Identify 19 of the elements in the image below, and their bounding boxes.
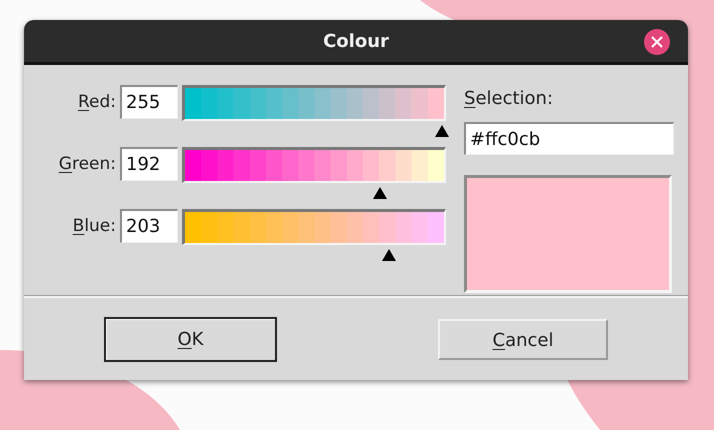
value-field[interactable]: 192 xyxy=(120,147,178,181)
channel-label: Green: xyxy=(58,153,117,176)
gradient-slider[interactable] xyxy=(182,209,446,259)
selection-field[interactable]: #ffc0cb xyxy=(464,122,674,155)
gradient-slider[interactable] xyxy=(182,147,446,197)
slider-thumb[interactable] xyxy=(435,125,450,137)
gradient-slider[interactable] xyxy=(182,85,446,135)
value-field[interactable]: 203 xyxy=(120,209,178,243)
close-icon xyxy=(651,36,663,48)
close-button[interactable] xyxy=(644,29,670,55)
ok-button[interactable]: OK xyxy=(104,316,277,362)
selection-label: Selection: xyxy=(464,87,554,111)
channel-label: Blue: xyxy=(72,215,117,238)
window-title: Colour xyxy=(323,30,389,54)
cancel-button[interactable]: Cancel xyxy=(438,318,608,360)
channel-label: Red: xyxy=(76,91,117,114)
slider-thumb[interactable] xyxy=(373,187,387,199)
value-field[interactable]: 255 xyxy=(120,85,178,119)
slider-thumb[interactable] xyxy=(382,249,396,261)
